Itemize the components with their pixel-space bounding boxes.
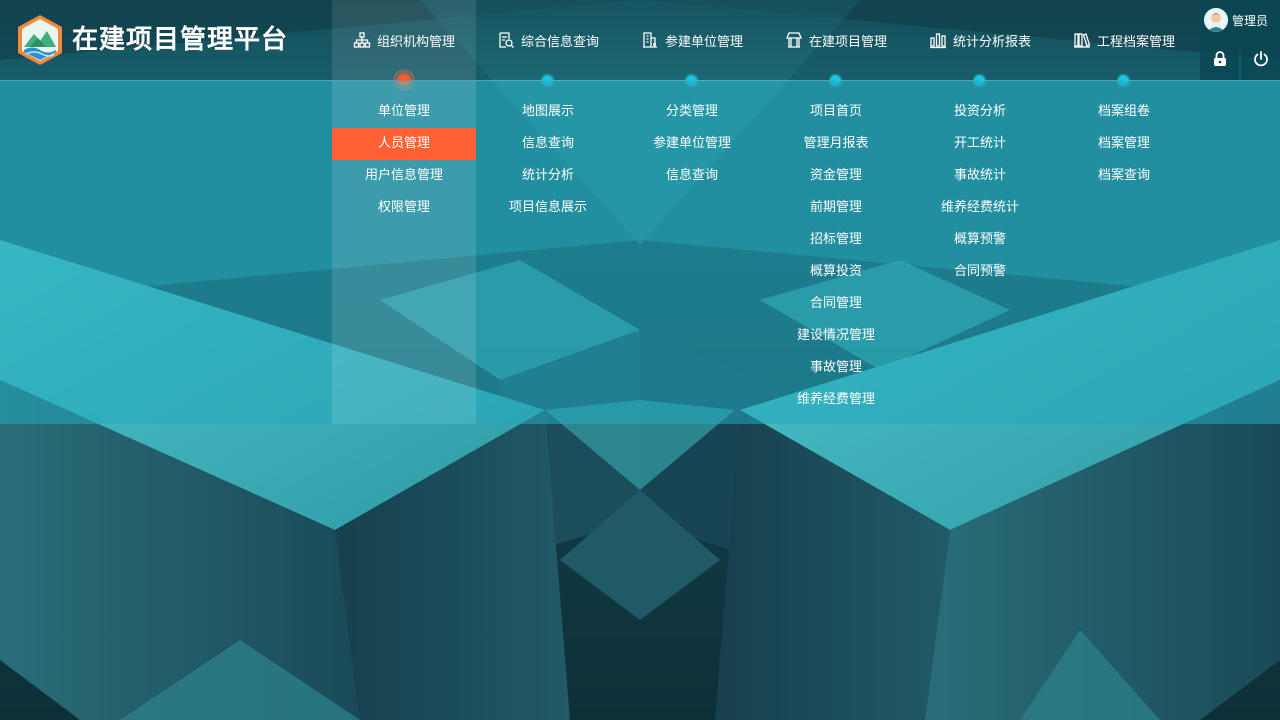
menu-item[interactable]: 档案管理 bbox=[1052, 128, 1196, 160]
shop-icon bbox=[785, 31, 803, 49]
document-search-icon bbox=[497, 31, 515, 49]
menu-item[interactable]: 开工统计 bbox=[908, 128, 1052, 160]
menu-item[interactable]: 信息查询 bbox=[620, 160, 764, 192]
nav-item-archives[interactable]: 工程档案管理 bbox=[1052, 0, 1196, 80]
menu-column-info-query: 地图展示 信息查询 统计分析 项目信息展示 bbox=[476, 96, 620, 224]
menu-item[interactable]: 维养经费统计 bbox=[908, 192, 1052, 224]
menu-item[interactable]: 统计分析 bbox=[476, 160, 620, 192]
nav-label: 组织机构管理 bbox=[376, 34, 455, 50]
lock-button[interactable] bbox=[1200, 41, 1239, 80]
power-button[interactable] bbox=[1241, 41, 1280, 80]
menu-item[interactable]: 概算投资 bbox=[764, 256, 908, 288]
org-chart-icon bbox=[353, 31, 371, 49]
menu-item[interactable]: 项目首页 bbox=[764, 96, 908, 128]
mountain-water-logo-icon bbox=[16, 14, 64, 66]
menu-item[interactable]: 项目信息展示 bbox=[476, 192, 620, 224]
user-profile[interactable]: 管理员 bbox=[1200, 0, 1280, 40]
main-nav: 组织机构管理 综合信息查询 参建单位管理 在建项目管理 统计分析报表 工程档案管… bbox=[332, 0, 1196, 80]
power-icon bbox=[1253, 50, 1269, 71]
menu-item[interactable]: 单位管理 bbox=[332, 96, 476, 128]
menu-item-selected[interactable]: 人员管理 bbox=[332, 128, 476, 160]
nav-label: 工程档案管理 bbox=[1096, 34, 1175, 50]
menu-item[interactable]: 管理月报表 bbox=[764, 128, 908, 160]
menu-item[interactable]: 投资分析 bbox=[908, 96, 1052, 128]
menu-item[interactable]: 事故管理 bbox=[764, 352, 908, 384]
menu-item[interactable]: 事故统计 bbox=[908, 160, 1052, 192]
menu-column-org: 单位管理 人员管理 用户信息管理 权限管理 bbox=[332, 96, 476, 224]
menu-item[interactable]: 用户信息管理 bbox=[332, 160, 476, 192]
menu-item[interactable]: 资金管理 bbox=[764, 160, 908, 192]
menu-item[interactable]: 档案查询 bbox=[1052, 160, 1196, 192]
menu-column-stats: 投资分析 开工统计 事故统计 维养经费统计 概算预警 合同预警 bbox=[908, 96, 1052, 288]
mega-menu-panel: 单位管理 人员管理 用户信息管理 权限管理 地图展示 信息查询 统计分析 项目信… bbox=[0, 81, 1280, 424]
nav-label: 在建项目管理 bbox=[808, 34, 887, 50]
menu-item[interactable]: 前期管理 bbox=[764, 192, 908, 224]
menu-item[interactable]: 招标管理 bbox=[764, 224, 908, 256]
menu-item[interactable]: 合同管理 bbox=[764, 288, 908, 320]
lock-icon bbox=[1213, 50, 1227, 71]
nav-label: 参建单位管理 bbox=[664, 34, 743, 50]
menu-item[interactable]: 参建单位管理 bbox=[620, 128, 764, 160]
nav-label: 综合信息查询 bbox=[520, 34, 599, 50]
menu-item[interactable]: 建设情况管理 bbox=[764, 320, 908, 352]
top-header: 在建项目管理平台 组织机构管理 综合信息查询 参建单位管理 在建项目管理 统计分… bbox=[0, 0, 1280, 80]
menu-item[interactable]: 权限管理 bbox=[332, 192, 476, 224]
nav-item-org[interactable]: 组织机构管理 bbox=[332, 0, 476, 80]
archive-books-icon bbox=[1073, 31, 1091, 49]
menu-item[interactable]: 地图展示 bbox=[476, 96, 620, 128]
menu-column-archives: 档案组卷 档案管理 档案查询 bbox=[1052, 96, 1196, 192]
app-title: 在建项目管理平台 bbox=[72, 25, 289, 55]
menu-item[interactable]: 概算预警 bbox=[908, 224, 1052, 256]
menu-column-units: 分类管理 参建单位管理 信息查询 bbox=[620, 96, 764, 192]
building-icon bbox=[641, 31, 659, 49]
bar-chart-icon bbox=[929, 31, 947, 49]
user-name: 管理员 bbox=[1232, 13, 1269, 28]
nav-item-stats[interactable]: 统计分析报表 bbox=[908, 0, 1052, 80]
menu-column-projects: 项目首页 管理月报表 资金管理 前期管理 招标管理 概算投资 合同管理 建设情况… bbox=[764, 96, 908, 416]
nav-item-units[interactable]: 参建单位管理 bbox=[620, 0, 764, 80]
nav-item-info-query[interactable]: 综合信息查询 bbox=[476, 0, 620, 80]
menu-item[interactable]: 合同预警 bbox=[908, 256, 1052, 288]
menu-item[interactable]: 分类管理 bbox=[620, 96, 764, 128]
nav-item-projects[interactable]: 在建项目管理 bbox=[764, 0, 908, 80]
menu-item[interactable]: 信息查询 bbox=[476, 128, 620, 160]
menu-item[interactable]: 维养经费管理 bbox=[764, 384, 908, 416]
menu-item[interactable]: 档案组卷 bbox=[1052, 96, 1196, 128]
nav-label: 统计分析报表 bbox=[952, 34, 1031, 50]
user-avatar-icon bbox=[1204, 8, 1228, 32]
